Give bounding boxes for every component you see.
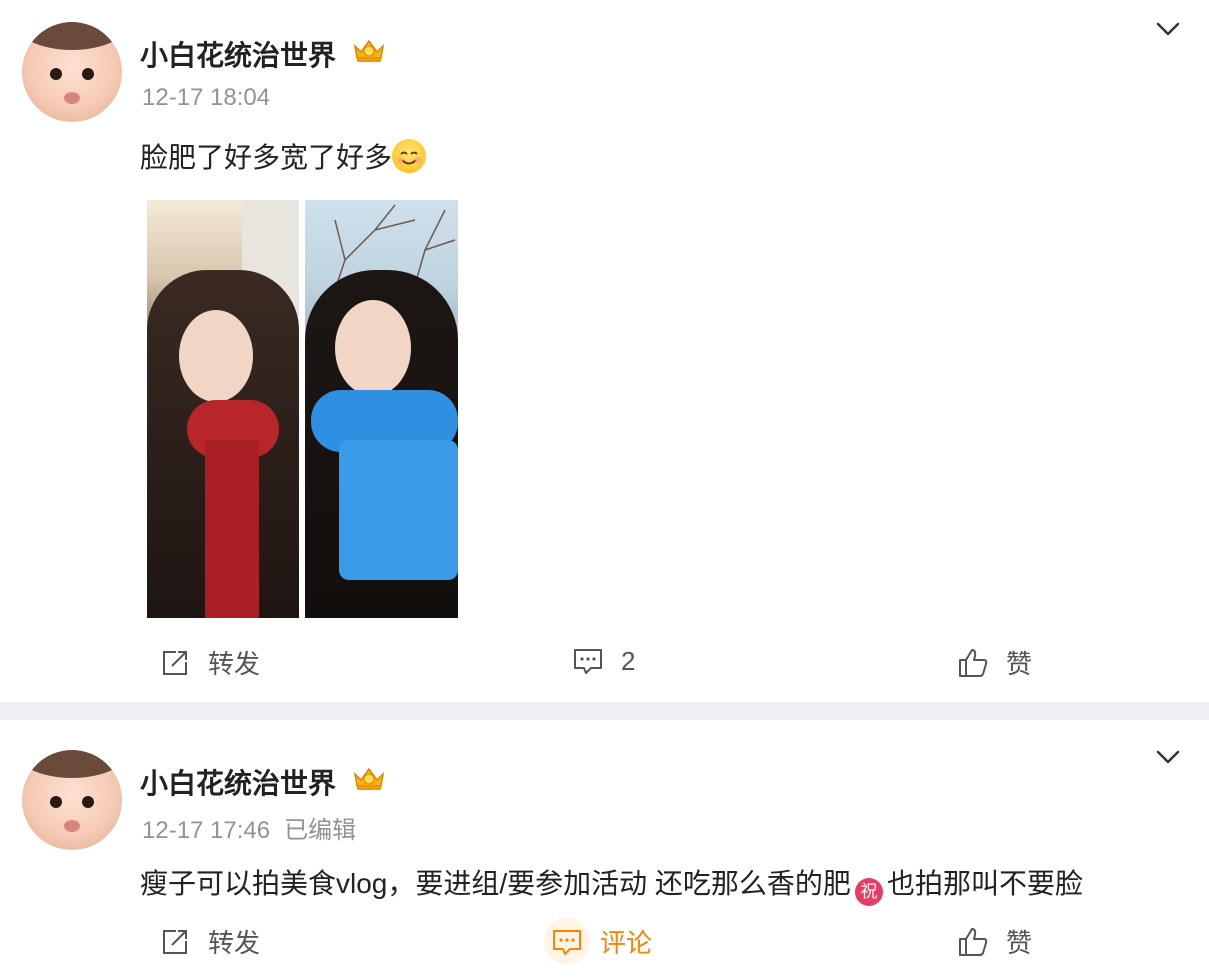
post-text: 瘦子可以拍美食vlog，要进组/要参加活动 还吃那么香的肥祝也拍那叫不要脸 — [140, 862, 1083, 906]
crown-icon — [353, 39, 385, 62]
post-timestamp: 12-17 17:46 已编辑 — [142, 810, 356, 845]
post-card: 小白花统治世界 12-17 17:46 已编辑 瘦子可以拍美食vlog，要进组/要… — [0, 720, 1209, 977]
username[interactable]: 小白花统治世界 — [140, 34, 336, 74]
post-separator — [0, 702, 1209, 720]
repost-label: 转发 — [208, 928, 261, 958]
avatar[interactable] — [22, 22, 122, 122]
post-image[interactable] — [305, 200, 458, 618]
comment-icon — [553, 929, 581, 955]
post-image[interactable] — [147, 200, 299, 618]
like-button[interactable]: 赞 — [956, 923, 1032, 960]
like-icon — [959, 648, 988, 677]
post-text-content-end: 也拍那叫不要脸 — [886, 868, 1083, 899]
comment-count: 2 — [621, 645, 636, 676]
repost-button[interactable]: 转发 — [158, 644, 260, 681]
like-label: 赞 — [1006, 928, 1033, 958]
comment-button[interactable]: 评论 — [550, 923, 652, 960]
timestamp-text: 12-17 18:04 — [142, 84, 271, 111]
blessing-badge-icon: 祝 — [854, 878, 883, 906]
post-image-grid[interactable] — [147, 200, 458, 618]
repost-label: 转发 — [208, 649, 261, 679]
post-text: 脸肥了好多宽了好多 — [140, 136, 427, 176]
comment-label: 评论 — [600, 928, 653, 958]
repost-icon — [163, 650, 187, 675]
crown-icon — [353, 767, 385, 790]
comment-icon — [574, 649, 602, 674]
post-text-content: 瘦子可以拍美食vlog，要进组/要参加活动 还吃那么香的肥 — [140, 868, 851, 899]
repost-icon — [163, 929, 187, 954]
chevron-down-icon[interactable] — [1155, 744, 1181, 770]
username[interactable]: 小白花统治世界 — [140, 762, 336, 802]
like-label: 赞 — [1006, 649, 1033, 679]
post-text-content: 脸肥了好多宽了好多 — [140, 142, 393, 173]
post-card: 小白花统治世界 12-17 18:04 脸肥了好多宽了好多 转发 2 赞 — [0, 0, 1209, 702]
avatar[interactable] — [22, 750, 122, 850]
timestamp-text: 12-17 17:46 — [142, 817, 271, 844]
repost-button[interactable]: 转发 — [158, 923, 260, 960]
like-icon — [959, 927, 988, 956]
smile-emoji-icon — [392, 139, 427, 173]
like-button[interactable]: 赞 — [956, 644, 1032, 681]
comment-button[interactable]: 2 — [571, 644, 635, 678]
edited-label: 已编辑 — [284, 817, 357, 844]
chevron-down-icon[interactable] — [1155, 16, 1181, 42]
post-timestamp: 12-17 18:04 — [142, 84, 270, 112]
